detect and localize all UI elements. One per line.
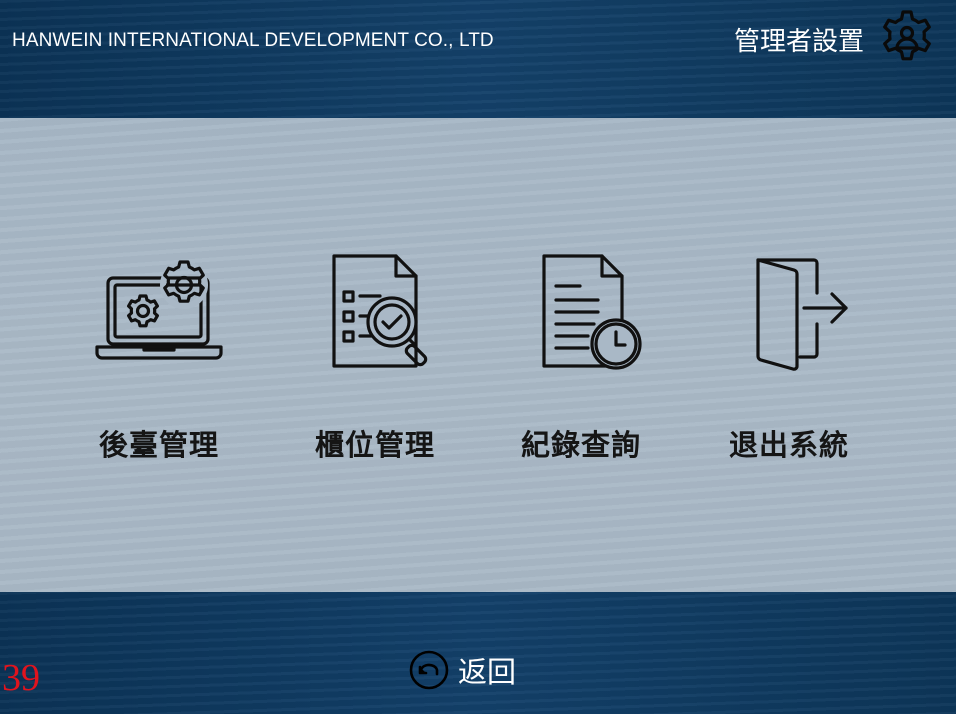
admin-settings-label: 管理者設置 [733,26,864,57]
menu-item-label: 紀錄查詢 [520,428,641,462]
header-bar: HANWEIN INTERNATIONAL DEVELOPMENT CO., L… [0,0,956,118]
company-name: HANWEIN INTERNATIONAL DEVELOPMENT CO., L… [12,30,494,51]
menu-panel: 後臺管理 櫃位管理 紀錄查詢 退出系統 [0,118,956,592]
laptop-gears-icon [95,260,223,360]
menu-item-exit-system[interactable]: 退出系統 [704,252,874,472]
menu-item-label: 櫃位管理 [314,428,435,462]
menu-item-counter-management[interactable]: 櫃位管理 [290,252,460,472]
menu-item-backend[interactable]: 後臺管理 [74,252,244,472]
back-label: 返回 [458,655,517,689]
countdown-counter: 39 [2,657,40,699]
footer-bar: 39 返回 [0,592,956,714]
menu-item-label: 退出系統 [728,428,849,462]
menu-item-label: 後臺管理 [98,428,219,462]
exit-door-icon [756,258,848,371]
document-clock-icon [542,254,642,370]
back-button[interactable]: 返回 [408,648,516,692]
user-gear-icon [883,10,931,61]
document-search-icon [332,254,428,368]
menu-item-record-query[interactable]: 紀錄查詢 [496,252,666,472]
undo-arrow-icon [409,650,449,690]
admin-settings-button[interactable]: 管理者設置 [734,6,940,72]
